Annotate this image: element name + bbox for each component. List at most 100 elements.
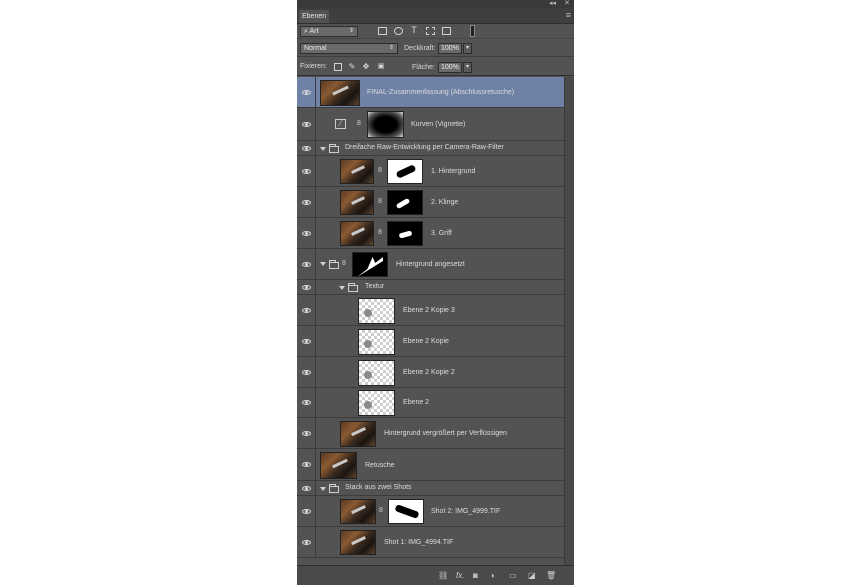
layer-name: Hintergrund vergrößert per Verflüssigen [384,430,507,437]
curves-adjustment-icon: ⁄ [335,119,346,129]
group-name: Textur [365,283,385,290]
chain-link-icon[interactable]: 8 [378,167,382,174]
filter-kind-select[interactable]: ⌕ Art ⇕ [300,26,358,37]
layer-name: FINAL-Zusammenfassung (Abschlussretusche… [367,89,515,96]
chain-link-icon[interactable]: 8 [379,507,383,514]
panel-menu-icon[interactable]: ≡ [566,10,571,21]
collapse-icon[interactable]: ◂◂ [549,0,556,8]
layer-row[interactable]: Ebene 2 Kopie 2 [297,357,564,388]
layer-thumbnail [358,360,395,386]
link-icon[interactable]: ⛓ [438,571,448,580]
eye-icon[interactable] [302,462,311,467]
group-row[interactable]: Dreifache Raw-Entwicklung per Camera-Raw… [297,141,564,156]
expand-triangle-icon[interactable] [320,487,326,491]
shape-filter-icon[interactable] [426,27,435,35]
image-filter-icon[interactable] [378,27,387,35]
group-row[interactable]: Stack aus zwei Shots [297,481,564,496]
mask-thumbnail [387,190,423,215]
layer-thumbnail [340,499,376,524]
chevron-down-icon: ⇕ [388,45,394,51]
folder-icon [329,144,339,153]
group-icon[interactable]: ▭ [509,571,517,580]
expand-triangle-icon[interactable] [339,286,345,290]
layer-row[interactable]: Retusche [297,449,564,481]
layer-thumbnail [340,159,374,184]
visibility-column [297,527,316,557]
lock-image-icon[interactable]: ✎ [348,63,356,71]
chain-link-icon[interactable]: 8 [378,229,382,236]
lock-transparency-icon[interactable] [334,63,342,71]
layer-row[interactable]: 8 1. Hintergrund [297,156,564,187]
layer-row[interactable]: ⁄ 8 Kurven (Vignette) [297,108,564,141]
mask-icon[interactable]: ◙ [473,571,478,580]
eye-icon[interactable] [302,400,311,405]
visibility-column [297,108,316,140]
lock-all-icon[interactable]: ▣ [377,63,385,71]
layer-row[interactable]: 8 3. Griff [297,218,564,249]
layer-row[interactable]: Hintergrund vergrößert per Verflüssigen [297,418,564,449]
opacity-input[interactable]: 100% [438,43,462,54]
eye-icon[interactable] [302,431,311,436]
trash-icon[interactable]: 🗑 [546,571,556,580]
visibility-column [297,388,316,417]
layer-row[interactable]: Ebene 2 Kopie 3 [297,295,564,326]
layer-row[interactable]: 8 Shot 2: IMG_4999.TIF [297,496,564,527]
eye-icon[interactable] [302,90,311,95]
layer-row[interactable]: Ebene 2 [297,388,564,418]
group-row[interactable]: Textur [297,280,564,295]
fill-input[interactable]: 100% [438,62,462,73]
eye-icon[interactable] [302,200,311,205]
eye-icon[interactable] [302,146,311,151]
eye-icon[interactable] [302,370,311,375]
filter-toggle-switch[interactable] [470,25,475,37]
tab-ebenen[interactable]: Ebenen [299,10,329,23]
fx-icon[interactable]: fx. [456,571,464,580]
folder-icon [329,260,339,269]
layers-scrollbar[interactable] [564,77,574,565]
lock-row: Fixieren: ✎ ✥ ▣ Fläche: 100% ▾ [297,58,574,76]
group-row[interactable]: 8 Hintergrund angesetzt [297,249,564,280]
eye-icon[interactable] [302,262,311,267]
panel-tab-row: Ebenen ≡ [297,8,574,24]
visibility-column [297,187,316,217]
layer-name: Ebene 2 [403,399,430,406]
eye-icon[interactable] [302,509,311,514]
opacity-dropdown-button[interactable]: ▾ [463,43,472,54]
eye-icon[interactable] [302,339,311,344]
blend-mode-select[interactable]: Normal ⇕ [300,43,398,54]
expand-triangle-icon[interactable] [320,262,326,266]
layer-row[interactable]: 8 2. Klinge [297,187,564,218]
fill-dropdown-button[interactable]: ▾ [463,62,472,73]
eye-icon[interactable] [302,486,311,491]
layer-row[interactable]: Ebene 2 Kopie [297,326,564,357]
mask-thumbnail [367,111,404,138]
eye-icon[interactable] [302,285,311,290]
eye-icon[interactable] [302,540,311,545]
eye-icon[interactable] [302,122,311,127]
bottom-toolbar: ⛓ fx. ◙ ◐ ▭ ◪ 🗑 [297,565,574,585]
visibility-column [297,496,316,526]
close-icon[interactable]: ✕ [564,0,570,8]
eye-icon[interactable] [302,231,311,236]
adjustment-filter-icon[interactable] [394,27,403,35]
chain-link-icon[interactable]: 8 [378,198,382,205]
layer-thumbnail [340,190,374,215]
layer-name: 1. Hintergrund [431,168,476,175]
type-filter-icon[interactable]: T [410,26,418,35]
chain-link-icon[interactable]: 8 [342,260,346,267]
layer-thumbnail [320,452,357,479]
eye-icon[interactable] [302,169,311,174]
layer-thumbnail [340,530,376,555]
visibility-column [297,357,316,387]
adjustment-icon[interactable]: ◐ [491,571,496,580]
eye-icon[interactable] [302,308,311,313]
panel-top-strip: ◂◂ ✕ [297,0,574,8]
chain-link-icon[interactable]: 8 [357,120,361,127]
layer-row[interactable]: FINAL-Zusammenfassung (Abschlussretusche… [297,77,564,108]
layer-row[interactable]: Shot 1: IMG_4994.TIF [297,527,564,558]
smartobject-filter-icon[interactable] [442,27,451,35]
new-layer-icon[interactable]: ◪ [528,571,536,580]
expand-triangle-icon[interactable] [320,147,326,151]
lock-position-icon[interactable]: ✥ [362,63,370,71]
chevron-down-icon: ⇕ [348,28,354,34]
